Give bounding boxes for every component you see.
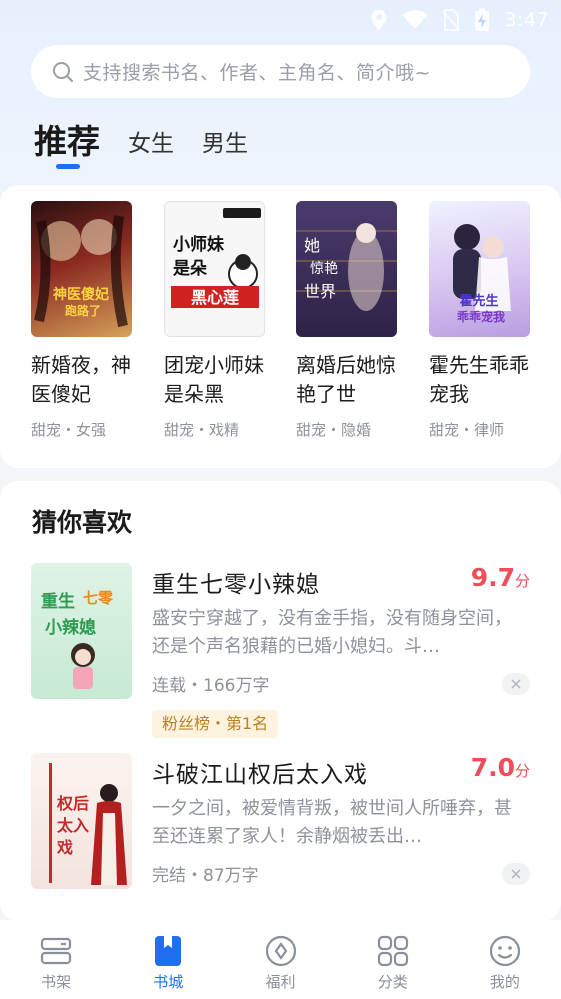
svg-text:惊艳: 惊艳 xyxy=(310,261,338,277)
location-icon xyxy=(371,10,387,30)
bookshelf-icon xyxy=(40,937,72,965)
book-title: 霍先生乖乖宠我 xyxy=(429,353,529,406)
book-cover[interactable]: 重生 七零 小辣媳 xyxy=(31,563,132,699)
nav-label: 我的 xyxy=(489,973,520,991)
svg-text:是朵: 是朵 xyxy=(173,259,207,279)
svg-text:小辣媳: 小辣媳 xyxy=(45,617,96,638)
status-time: 3:47 xyxy=(504,9,549,31)
book-score: 9.7分 xyxy=(471,563,530,592)
nav-category[interactable]: 分类 xyxy=(337,920,449,999)
svg-text:小师妹: 小师妹 xyxy=(173,234,225,255)
book-cover[interactable]: 权后 太入 戏 xyxy=(31,753,132,889)
section-heading: 猜你喜欢 xyxy=(32,508,133,537)
wifi-icon xyxy=(402,10,428,29)
close-icon xyxy=(511,679,521,689)
nav-label: 书城 xyxy=(153,973,184,991)
dismiss-button[interactable] xyxy=(502,863,530,885)
category-icon xyxy=(377,935,408,967)
book-title: 团宠小师妹是朵黑 xyxy=(164,353,264,406)
svg-text:她: 她 xyxy=(304,236,320,255)
recommend-book[interactable]: 她 惊艳 世界 离婚后她惊艳了世 甜宠・隐婚 xyxy=(296,201,397,440)
recommend-section: 神医傻妃 跑路了 新婚夜，神医傻妃 甜宠・女强 小师妹 是朵 黑心莲 团宠小师妹… xyxy=(0,185,561,468)
book-title: 重生七零小辣媳 xyxy=(152,572,320,598)
book-title: 离婚后她惊艳了世 xyxy=(296,353,396,406)
svg-text:黑心莲: 黑心莲 xyxy=(191,288,239,307)
battery-charging-icon xyxy=(475,8,490,31)
svg-text:乖乖宠我: 乖乖宠我 xyxy=(457,309,505,324)
book-meta: 完结・87万字 xyxy=(152,866,259,886)
book-title: 斗破江山权后太入戏 xyxy=(152,762,368,788)
recommend-book[interactable]: 神医傻妃 跑路了 新婚夜，神医傻妃 甜宠・女强 xyxy=(31,201,132,440)
search-input[interactable]: 支持搜索书名、作者、主角名、简介哦~ xyxy=(31,45,530,98)
book-tags: 甜宠・律师 xyxy=(429,421,505,439)
svg-text:霍先生: 霍先生 xyxy=(459,293,498,309)
nav-bookshelf[interactable]: 书架 xyxy=(0,920,112,999)
score-value: 7.0 xyxy=(470,753,515,782)
nav-bookstore[interactable]: 书城 xyxy=(112,920,224,999)
book-cover[interactable]: 神医傻妃 跑路了 xyxy=(31,201,132,337)
list-item[interactable]: 权后 太入 戏 斗破江山权后太入戏 7.0分 一夕之间，被爱情背叛，被世间人所唾… xyxy=(0,753,561,921)
tab-male[interactable]: 男生 xyxy=(202,124,248,164)
channel-tabs: 推荐 女生 男生 xyxy=(34,120,276,164)
book-cover[interactable]: 她 惊艳 世界 xyxy=(296,201,397,337)
nav-label: 分类 xyxy=(377,973,408,991)
book-tags: 甜宠・隐婚 xyxy=(296,421,372,439)
svg-text:世界: 世界 xyxy=(304,282,336,301)
nav-label: 福利 xyxy=(265,973,296,991)
profile-icon xyxy=(489,935,521,967)
search-placeholder: 支持搜索书名、作者、主角名、简介哦~ xyxy=(83,62,431,84)
score-unit: 分 xyxy=(514,572,530,590)
recommend-book[interactable]: 小师妹 是朵 黑心莲 团宠小师妹是朵黑 甜宠・戏精 xyxy=(164,201,265,440)
nav-profile[interactable]: 我的 xyxy=(449,920,561,999)
svg-text:七零: 七零 xyxy=(83,589,114,607)
book-cover[interactable]: 小师妹 是朵 黑心莲 xyxy=(164,201,265,337)
score-value: 9.7 xyxy=(470,563,515,592)
no-sim-icon xyxy=(442,9,461,31)
book-title: 新婚夜，神医傻妃 xyxy=(31,353,131,406)
dismiss-button[interactable] xyxy=(502,673,530,695)
svg-text:太入: 太入 xyxy=(56,816,89,835)
book-cover[interactable]: 霍先生 乖乖宠我 xyxy=(429,201,530,337)
close-icon xyxy=(511,869,521,879)
tab-female[interactable]: 女生 xyxy=(128,124,174,164)
svg-text:权后: 权后 xyxy=(56,794,89,813)
score-unit: 分 xyxy=(514,762,530,780)
book-meta: 连载・166万字 xyxy=(152,676,270,696)
svg-text:戏: 戏 xyxy=(56,838,73,857)
book-description: 盛安宁穿越了，没有金手指，没有随身空间，还是个声名狼藉的已婚小媳妇。斗… xyxy=(152,608,512,657)
bottom-nav: 书架 书城 福利 分类 我的 xyxy=(0,920,561,999)
guess-you-like-section: 猜你喜欢 重生 七零 小辣媳 重生七零小辣媳 9.7分 盛安宁穿越了，没有金手指… xyxy=(0,481,561,921)
rank-badge[interactable]: 粉丝榜・第1名 xyxy=(152,710,279,738)
search-icon xyxy=(53,61,73,82)
book-score: 7.0分 xyxy=(471,753,530,782)
status-bar: 3:47 xyxy=(0,0,561,40)
book-description: 一夕之间，被爱情背叛，被世间人所唾弃，甚至还连累了家人！余静烟被丢出… xyxy=(152,798,512,847)
bookstore-icon xyxy=(155,936,182,966)
recommend-book[interactable]: 霍先生 乖乖宠我 霍先生乖乖宠我 甜宠・律师 xyxy=(429,201,530,440)
book-tags: 甜宠・戏精 xyxy=(164,421,240,439)
svg-text:神医傻妃: 神医傻妃 xyxy=(53,286,109,303)
nav-label: 书架 xyxy=(41,973,72,991)
list-item[interactable]: 重生 七零 小辣媳 重生七零小辣媳 9.7分 盛安宁穿越了，没有金手指，没有随身… xyxy=(0,563,561,738)
svg-text:跑路了: 跑路了 xyxy=(65,303,101,318)
svg-text:重生: 重生 xyxy=(41,591,75,612)
tab-indicator xyxy=(56,164,80,169)
nav-welfare[interactable]: 福利 xyxy=(224,920,336,999)
tab-recommend[interactable]: 推荐 xyxy=(34,120,100,164)
book-tags: 甜宠・女强 xyxy=(31,421,107,439)
welfare-icon xyxy=(265,935,296,967)
